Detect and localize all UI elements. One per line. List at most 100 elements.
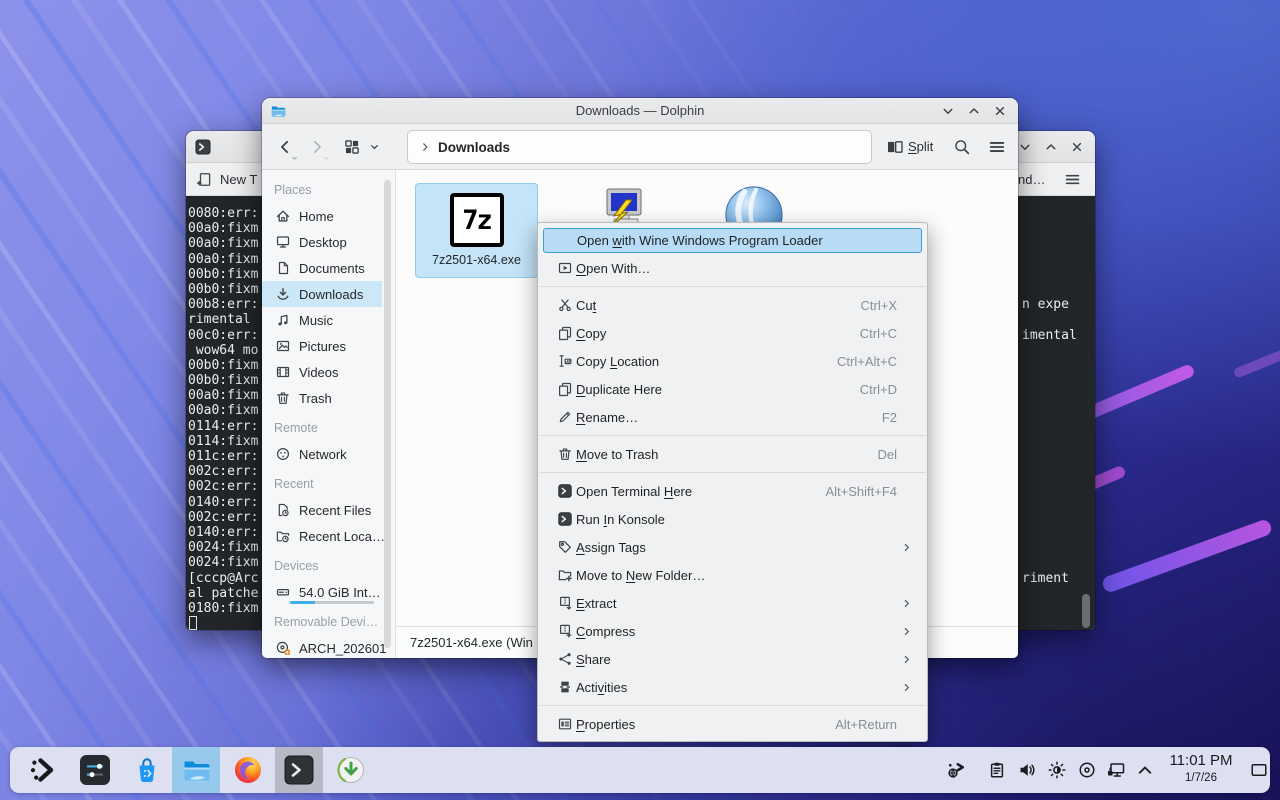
menu-item-activities[interactable]: Activities	[538, 673, 927, 701]
globe-transfer-icon[interactable]	[946, 760, 966, 780]
menu-item-shortcut: Alt+Shift+F4	[825, 484, 897, 499]
menu-item-properties[interactable]: PropertiesAlt+Return	[538, 710, 927, 738]
submenu-arrow-icon	[900, 681, 913, 694]
back-caret-icon[interactable]	[290, 154, 299, 163]
wallpaper-pill	[1101, 518, 1274, 594]
view-mode-caret-icon[interactable]	[368, 141, 381, 154]
split-icon[interactable]	[886, 138, 904, 156]
menu-item-label: Move to Trash	[576, 447, 658, 462]
sidebar-item-videos[interactable]: Videos	[262, 359, 382, 385]
trash-icon	[557, 446, 573, 462]
terminal-line: 0140:err:	[188, 525, 258, 540]
terminal-line: 00b0:fixm	[188, 282, 258, 297]
menu-item-open-with-wine-windows-program-loader[interactable]: Open with Wine Windows Program Loader	[543, 228, 922, 253]
terminal-line: 002c:err:	[188, 464, 258, 479]
konsole-app-icon	[194, 138, 212, 156]
menu-item-label: Run In Konsole	[576, 512, 665, 527]
close-button[interactable]	[992, 103, 1008, 119]
location-bar[interactable]: Downloads	[407, 130, 872, 164]
clock-date: 1/7/26	[1156, 771, 1246, 785]
view-mode-button[interactable]	[343, 138, 361, 156]
terminal-line: 0080:err:	[188, 206, 258, 221]
expand-tray-icon[interactable]	[1135, 760, 1155, 780]
sidebar-item-recent-loca[interactable]: Recent Loca…	[262, 523, 382, 549]
taskbar-download-manager-icon[interactable]	[336, 755, 366, 785]
taskbar-dolphin-icon[interactable]	[181, 755, 211, 785]
dolphin-toolbar: Downloads Split	[262, 124, 1018, 170]
new-tab-icon[interactable]	[196, 171, 213, 188]
menu-item-move-to-new-folder[interactable]: Move to New Folder…	[538, 561, 927, 589]
taskbar-discover-icon[interactable]	[132, 755, 162, 785]
menu-item-copy[interactable]: CopyCtrl+C	[538, 319, 927, 347]
sidebar-item-network[interactable]: Network	[262, 441, 382, 467]
hdd-icon	[275, 584, 291, 600]
close-button[interactable]	[1069, 139, 1085, 155]
display-network-icon[interactable]	[1106, 760, 1126, 780]
show-desktop-button[interactable]	[1249, 760, 1269, 780]
menu-item-shortcut: Ctrl+Alt+C	[837, 354, 897, 369]
sidebar-item-desktop[interactable]: Desktop	[262, 229, 382, 255]
menu-item-label: Properties	[576, 717, 635, 732]
breadcrumb[interactable]: Downloads	[438, 140, 510, 155]
maximize-button[interactable]	[1043, 139, 1059, 155]
menu-item-extract[interactable]: Extract	[538, 589, 927, 617]
sidebar-section-header: Places	[274, 177, 312, 203]
menu-item-open-terminal-here[interactable]: Open Terminal HereAlt+Shift+F4	[538, 477, 927, 505]
sidebar-item-trash[interactable]: Trash	[262, 385, 382, 411]
brightness-icon[interactable]	[1047, 760, 1067, 780]
konsole-menu-icon[interactable]	[1064, 171, 1081, 188]
menu-item-run-in-konsole[interactable]: Run In Konsole	[538, 505, 927, 533]
sidebar-item-arch-202601[interactable]: ARCH_202601	[262, 635, 382, 658]
menu-item-share[interactable]: Share	[538, 645, 927, 673]
terminal-icon	[557, 483, 573, 499]
file-item-7z2501-x64-exe[interactable]: 7z7z2501-x64.exe	[415, 183, 538, 278]
menu-item-label: Assign Tags	[576, 540, 646, 555]
split-button[interactable]: Split	[908, 139, 933, 154]
new-tab-button[interactable]: New T	[220, 172, 257, 187]
sidebar-item-pictures[interactable]: Pictures	[262, 333, 382, 359]
taskbar-system-settings-icon[interactable]	[80, 755, 110, 785]
taskbar-konsole-icon[interactable]	[284, 755, 314, 785]
terminal-icon	[557, 511, 573, 527]
menu-item-cut[interactable]: Cut Ctrl+X	[538, 291, 927, 319]
sidebar-item-home[interactable]: Home	[262, 203, 382, 229]
disc-device-icon[interactable]	[1077, 760, 1097, 780]
terminal-scrollbar[interactable]	[1082, 594, 1090, 628]
menu-item-compress[interactable]: Compress	[538, 617, 927, 645]
sidebar-item-recent-files[interactable]: Recent Files	[262, 497, 382, 523]
sidebar-item-documents[interactable]: Documents	[262, 255, 382, 281]
truncated-toolbar-label[interactable]: nd…	[1018, 172, 1045, 187]
volume-icon[interactable]	[1017, 760, 1037, 780]
menu-item-copy-location[interactable]: Copy Location Ctrl+Alt+C	[538, 347, 927, 375]
pictures-icon	[275, 338, 291, 354]
menu-item-shortcut: Del	[877, 447, 897, 462]
sidebar-item-music[interactable]: Music	[262, 307, 382, 333]
minimize-button[interactable]	[940, 103, 956, 119]
taskbar-firefox-icon[interactable]	[233, 755, 263, 785]
menu-item-label: Copy Location	[576, 354, 659, 369]
clock[interactable]: 11:01 PM 1/7/26	[1156, 751, 1246, 785]
forward-caret-icon[interactable]	[322, 154, 331, 163]
menu-item-assign-tags[interactable]: Assign Tags	[538, 533, 927, 561]
menu-item-label: Cut	[576, 298, 596, 313]
places-scrollbar[interactable]	[384, 180, 391, 648]
places-panel: PlacesHomeDesktopDocumentsDownloadsMusic…	[262, 170, 396, 658]
clipboard-icon[interactable]	[987, 760, 1007, 780]
dolphin-titlebar[interactable]: Downloads — Dolphin	[262, 98, 1018, 124]
network-icon	[275, 446, 291, 462]
menu-item-shortcut: Ctrl+X	[861, 298, 897, 313]
file-label: 7z2501-x64.exe	[432, 253, 521, 267]
taskbar-app-launcher-icon[interactable]	[28, 755, 58, 785]
minimize-button[interactable]	[1017, 139, 1033, 155]
menu-item-move-to-trash[interactable]: Move to Trash Del	[538, 440, 927, 468]
home-icon	[275, 208, 291, 224]
copy-location-icon	[557, 353, 573, 369]
menu-item-rename[interactable]: Rename…F2	[538, 403, 927, 431]
terminal-line: 011c:err:	[188, 449, 258, 464]
menu-item-duplicate-here[interactable]: Duplicate HereCtrl+D	[538, 375, 927, 403]
sidebar-item-downloads[interactable]: Downloads	[262, 281, 382, 307]
hamburger-menu-icon[interactable]	[988, 138, 1006, 156]
maximize-button[interactable]	[966, 103, 982, 119]
menu-item-open-with[interactable]: Open With…	[538, 254, 927, 282]
search-icon[interactable]	[953, 138, 971, 156]
